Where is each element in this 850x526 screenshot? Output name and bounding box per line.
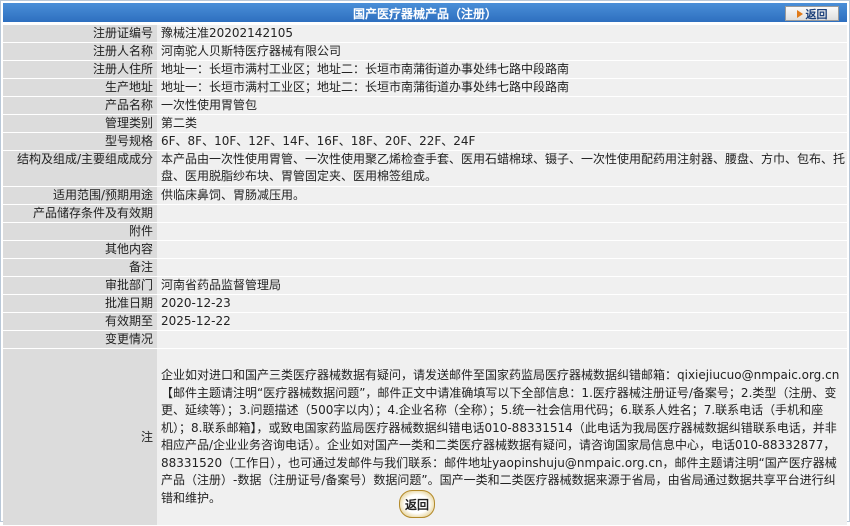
row-intended-use: 适用范围/预期用途 供临床鼻饲、胃肠减压用。 — [3, 187, 847, 204]
back-button-top[interactable]: 返回 — [785, 6, 839, 21]
row-registration-number: 注册证编号 豫械注准20202142105 — [3, 25, 847, 42]
back-button-top-label: 返回 — [805, 7, 828, 21]
row-production-address: 生产地址 地址一：长垣市满村工业区；地址二：长垣市南蒲街道办事处纬七路中段路南 — [3, 79, 847, 96]
row-storage-conditions: 产品储存条件及有效期 — [3, 205, 847, 222]
row-registrant-address: 注册人住所 地址一：长垣市满村工业区；地址二：长垣市南蒲街道办事处纬七路中段路南 — [3, 61, 847, 78]
row-label: 注册证编号 — [3, 25, 157, 42]
detail-panel: 国产医疗器械产品（注册） 返回 注册证编号 豫械注准20202142105 注册… — [0, 0, 850, 525]
row-value: 本产品由一次性使用胃管、一次性使用聚乙烯检查手套、医用石蜡棉球、镊子、一次性使用… — [157, 151, 847, 186]
row-management-category: 管理类别 第二类 — [3, 115, 847, 132]
row-label: 备注 — [3, 259, 157, 276]
row-label: 附件 — [3, 223, 157, 240]
registration-info-table: 注册证编号 豫械注准20202142105 注册人名称 河南驼人贝斯特医疗器械有… — [3, 24, 847, 526]
row-change-history: 变更情况 — [3, 331, 847, 348]
row-label: 注册人名称 — [3, 43, 157, 60]
row-value: 地址一：长垣市满村工业区；地址二：长垣市南蒲街道办事处纬七路中段路南 — [157, 79, 847, 96]
row-label: 管理类别 — [3, 115, 157, 132]
title-bar: 国产医疗器械产品（注册） 返回 — [3, 3, 847, 22]
row-label: 产品储存条件及有效期 — [3, 205, 157, 222]
note-label: 注 — [3, 349, 157, 525]
row-value: 第二类 — [157, 115, 847, 132]
row-label: 生产地址 — [3, 79, 157, 96]
note-text: 企业如对进口和国产三类医疗器械数据有疑问，请发送邮件至国家药监局医疗器械数据纠错… — [161, 368, 840, 505]
back-button-bottom-label: 返回 — [404, 497, 429, 512]
row-approval-date: 批准日期 2020-12-23 — [3, 295, 847, 312]
row-value — [157, 331, 847, 348]
row-structure-composition: 结构及组成/主要组成成分 本产品由一次性使用胃管、一次性使用聚乙烯检查手套、医用… — [3, 151, 847, 186]
row-value: 豫械注准20202142105 — [157, 25, 847, 42]
row-value: 河南省药品监督管理局 — [157, 277, 847, 294]
row-value: 供临床鼻饲、胃肠减压用。 — [157, 187, 847, 204]
row-label: 结构及组成/主要组成成分 — [3, 151, 157, 186]
row-label: 产品名称 — [3, 97, 157, 114]
row-label: 有效期至 — [3, 313, 157, 330]
row-model-spec: 型号规格 6F、8F、10F、12F、14F、16F、18F、20F、22F、2… — [3, 133, 847, 150]
row-attachments: 附件 — [3, 223, 847, 240]
row-label: 审批部门 — [3, 277, 157, 294]
row-remarks: 备注 — [3, 259, 847, 276]
row-value: 2020-12-23 — [157, 295, 847, 312]
row-label: 型号规格 — [3, 133, 157, 150]
row-expiry-date: 有效期至 2025-12-22 — [3, 313, 847, 330]
row-value: 2025-12-22 — [157, 313, 847, 330]
row-value: 地址一：长垣市满村工业区；地址二：长垣市南蒲街道办事处纬七路中段路南 — [157, 61, 847, 78]
row-value: 一次性使用胃管包 — [157, 97, 847, 114]
page-title: 国产医疗器械产品（注册） — [352, 7, 497, 21]
row-label: 变更情况 — [3, 331, 157, 348]
row-label: 其他内容 — [3, 241, 157, 258]
row-value — [157, 205, 847, 222]
row-value — [157, 259, 847, 276]
note-cell: 企业如对进口和国产三类医疗器械数据有疑问，请发送邮件至国家药监局医疗器械数据纠错… — [157, 349, 847, 525]
row-product-name: 产品名称 一次性使用胃管包 — [3, 97, 847, 114]
row-label: 适用范围/预期用途 — [3, 187, 157, 204]
back-button-bottom[interactable]: 返回 — [399, 490, 435, 518]
row-value: 6F、8F、10F、12F、14F、16F、18F、20F、22F、24F — [157, 133, 847, 150]
row-value — [157, 223, 847, 240]
row-other-content: 其他内容 — [3, 241, 847, 258]
arrow-right-icon — [796, 9, 803, 18]
row-value — [157, 241, 847, 258]
row-label: 注册人住所 — [3, 61, 157, 78]
row-label: 批准日期 — [3, 295, 157, 312]
row-approval-department: 审批部门 河南省药品监督管理局 — [3, 277, 847, 294]
row-registrant-name: 注册人名称 河南驼人贝斯特医疗器械有限公司 — [3, 43, 847, 60]
row-value: 河南驼人贝斯特医疗器械有限公司 — [157, 43, 847, 60]
